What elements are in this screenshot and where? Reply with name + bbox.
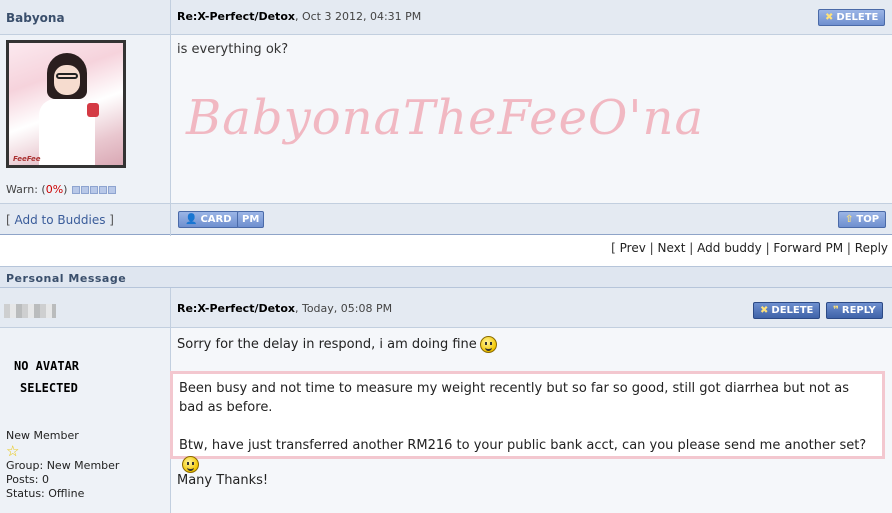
forward-pm-link[interactable]: Forward PM (773, 241, 843, 255)
separator: | (685, 241, 698, 255)
pm-section-header: Personal Message (0, 266, 892, 288)
smiley-icon (182, 456, 199, 473)
add-to-buddies-link[interactable]: [ Add to Buddies ] (6, 213, 114, 227)
x-icon: ✖ (760, 305, 769, 316)
quote-icon: ❞ (833, 305, 839, 316)
add-to-buddies-label: Add to Buddies (14, 213, 106, 227)
warn-box (107, 186, 116, 194)
post2-author-panel: NO AVATAR SELECTED New Member ☆ Group: N… (0, 328, 171, 513)
warn-level: Warn: (0%) (6, 183, 116, 196)
warn-box (89, 186, 98, 194)
post1-title: Re:X-Perfect/Detox, Oct 3 2012, 04:31 PM (177, 10, 421, 23)
warn-label: Warn: ( (6, 183, 46, 196)
post1-title-subject: Re:X-Perfect/Detox (177, 10, 295, 23)
avatar[interactable]: FeeFee (6, 40, 126, 168)
next-link[interactable]: Next (658, 241, 686, 255)
post1-footer: [ Add to Buddies ] 👤 CARD PM ⇧ TOP (0, 203, 892, 236)
member-group: Group: New Member (6, 459, 120, 472)
add-buddy-link[interactable]: Add buddy (697, 241, 762, 255)
post2-line1-text: Sorry for the delay in respond, i am doi… (177, 337, 477, 352)
no-avatar-placeholder: NO AVATAR SELECTED (14, 355, 79, 399)
post2-thanks: Many Thanks! (177, 473, 269, 488)
post1-author-panel: FeeFee Warn: (0%) (0, 35, 171, 203)
smiley-icon (479, 336, 497, 353)
delete-label: DELETE (836, 12, 879, 23)
reply-link[interactable]: Reply (855, 241, 888, 255)
x-icon: ✖ (825, 12, 834, 23)
member-status: Status: Offline (6, 487, 85, 500)
bracket: [ (611, 241, 620, 255)
top-button[interactable]: ⇧ TOP (838, 211, 887, 228)
member-info: New Member ☆ Group: New Member Posts: 0 … (6, 429, 119, 501)
post1-message: is everything ok? (177, 42, 289, 57)
post2-title: Re:X-Perfect/Detox, Today, 05:08 PM (177, 302, 392, 315)
pm-navigation: [ Prev | Next | Add buddy | Forward PM |… (0, 241, 892, 261)
user-card-icon: 👤 (185, 214, 198, 225)
member-rank: New Member (6, 429, 79, 442)
pm-section-title: Personal Message (6, 272, 127, 285)
bracket: [ (6, 213, 15, 227)
post1-title-date: , Oct 3 2012, 04:31 PM (294, 10, 422, 23)
warn-box (98, 186, 107, 194)
avatar-glasses (56, 73, 78, 79)
star-icon: ☆ (6, 442, 20, 460)
post2-body: NO AVATAR SELECTED New Member ☆ Group: N… (0, 328, 892, 513)
avatar-face (54, 65, 80, 95)
card-button[interactable]: 👤 CARD (178, 211, 239, 228)
no-avatar-line1: NO AVATAR (14, 359, 80, 373)
reply-label: REPLY (841, 305, 876, 316)
quote-paragraph-1: Been busy and not time to measure my wei… (179, 381, 850, 415)
arrow-up-icon: ⇧ (845, 214, 854, 225)
separator: | (761, 241, 774, 255)
post1-header: Babyona Re:X-Perfect/Detox, Oct 3 2012, … (0, 0, 892, 35)
post2-header: Re:X-Perfect/Detox, Today, 05:08 PM ✖ DEL… (0, 288, 892, 328)
top-label: TOP (856, 214, 880, 225)
warn-box (80, 186, 89, 194)
post1-delete-button[interactable]: ✖ DELETE (818, 9, 886, 26)
pm-button[interactable]: PM (237, 211, 265, 228)
warn-percent[interactable]: 0% (46, 183, 63, 196)
quote-paragraph-2-text: Btw, have just transferred another RM216… (179, 438, 867, 453)
signature-banner: BabyonaTheFeeO'na (186, 90, 705, 146)
member-posts: Posts: 0 (6, 473, 49, 486)
post1-body: FeeFee Warn: (0%) is everything ok? Baby… (0, 35, 892, 203)
divider (170, 288, 171, 328)
divider (170, 0, 171, 35)
pixelated-author-name (4, 304, 56, 318)
bracket: ] (105, 213, 114, 227)
post1-author[interactable]: Babyona (6, 11, 65, 25)
no-avatar-line2: SELECTED (20, 381, 78, 395)
quote-paragraph-2: Btw, have just transferred another RM216… (179, 436, 876, 474)
avatar-tag: FeeFee (13, 155, 41, 163)
post2-title-subject: Re:X-Perfect/Detox (177, 302, 295, 315)
delete-label: DELETE (771, 305, 814, 316)
post2-delete-button[interactable]: ✖ DELETE (753, 302, 821, 319)
post2-line1: Sorry for the delay in respond, i am doi… (177, 336, 497, 353)
post2-title-date: , Today, 05:08 PM (294, 302, 393, 315)
separator: | (645, 241, 658, 255)
pm-label: PM (242, 214, 260, 225)
divider (170, 204, 171, 236)
avatar-image: FeeFee (9, 43, 123, 165)
warn-box (71, 186, 80, 194)
avatar-bow (87, 103, 99, 117)
highlighted-message-block: Been busy and not time to measure my wei… (170, 371, 885, 473)
prev-link[interactable]: Prev (620, 241, 646, 255)
card-label: CARD (200, 214, 232, 225)
warn-close: ) (63, 183, 68, 196)
separator: | (843, 241, 855, 255)
reply-button[interactable]: ❞ REPLY (826, 302, 883, 319)
